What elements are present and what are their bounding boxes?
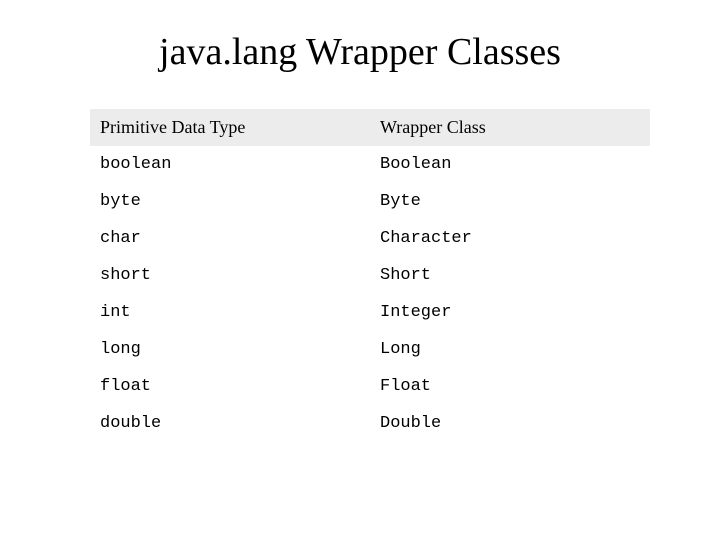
table-row: byte Byte xyxy=(90,183,650,220)
table-row: short Short xyxy=(90,257,650,294)
cell-wrapper: Short xyxy=(370,257,650,294)
cell-primitive: byte xyxy=(90,183,370,220)
slide-title: java.lang Wrapper Classes xyxy=(0,30,720,74)
cell-primitive: int xyxy=(90,294,370,331)
cell-primitive: long xyxy=(90,331,370,368)
cell-wrapper: Byte xyxy=(370,183,650,220)
cell-wrapper: Boolean xyxy=(370,146,650,183)
wrapper-classes-table: Primitive Data Type Wrapper Class boolea… xyxy=(90,109,650,442)
table-row: boolean Boolean xyxy=(90,146,650,183)
cell-primitive: short xyxy=(90,257,370,294)
cell-wrapper: Long xyxy=(370,331,650,368)
table-header-row: Primitive Data Type Wrapper Class xyxy=(90,109,650,146)
cell-primitive: float xyxy=(90,368,370,405)
cell-wrapper: Double xyxy=(370,405,650,442)
cell-wrapper: Integer xyxy=(370,294,650,331)
cell-primitive: boolean xyxy=(90,146,370,183)
cell-primitive: double xyxy=(90,405,370,442)
cell-wrapper: Float xyxy=(370,368,650,405)
cell-primitive: char xyxy=(90,220,370,257)
table-row: char Character xyxy=(90,220,650,257)
table-row: float Float xyxy=(90,368,650,405)
table-row: int Integer xyxy=(90,294,650,331)
cell-wrapper: Character xyxy=(370,220,650,257)
table-row: long Long xyxy=(90,331,650,368)
table-row: double Double xyxy=(90,405,650,442)
header-primitive: Primitive Data Type xyxy=(90,109,370,146)
header-wrapper: Wrapper Class xyxy=(370,109,650,146)
